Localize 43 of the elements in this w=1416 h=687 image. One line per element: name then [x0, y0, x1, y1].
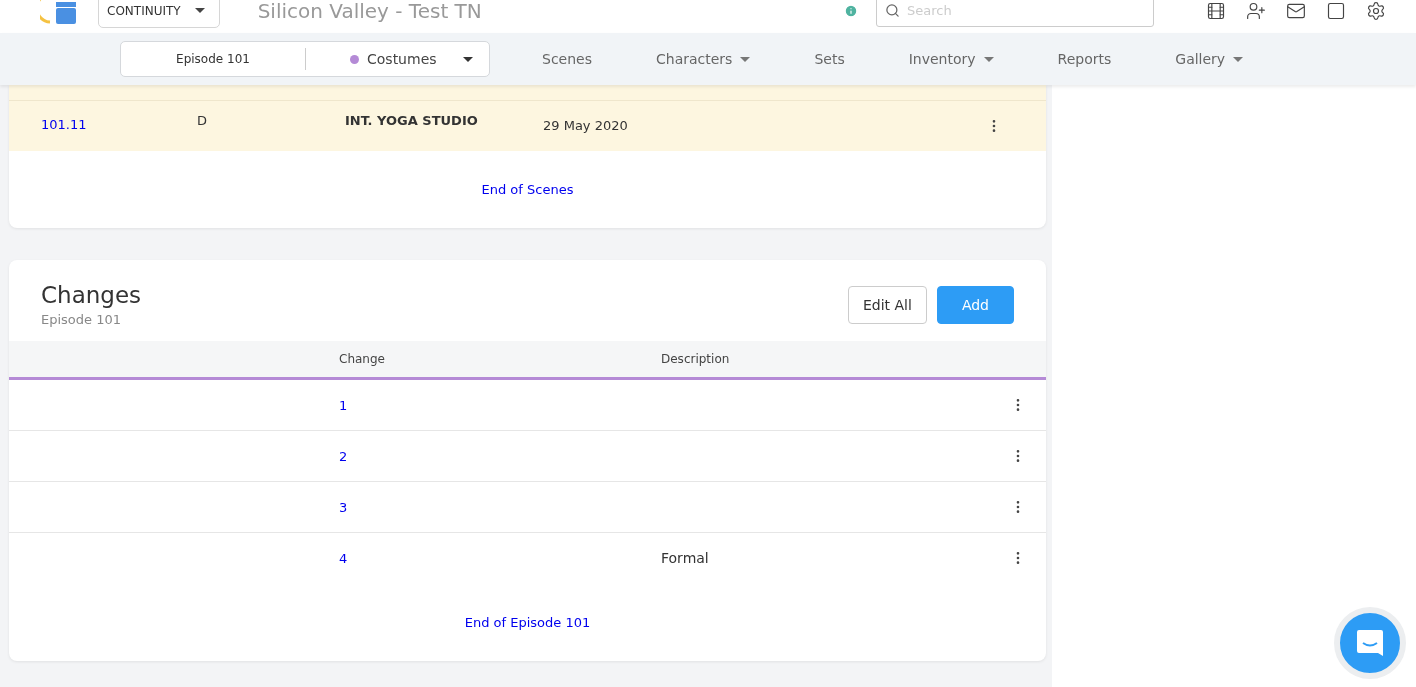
caret-icon: [194, 8, 205, 13]
chat-icon: [1356, 628, 1384, 658]
scene-link[interactable]: 101.11: [41, 117, 87, 132]
nav-item[interactable]: Inventory: [902, 50, 1000, 68]
app-menu-dropdown[interactable]: CONTINUITY: [98, 0, 220, 28]
changes-subtitle: Episode 101: [41, 312, 122, 327]
nav-item[interactable]: Scenes: [536, 50, 598, 68]
column-header: Change: [339, 352, 386, 366]
settings-icon[interactable]: [1366, 0, 1386, 21]
caret-icon: [1233, 56, 1244, 62]
nav-item[interactable]: Gallery: [1169, 50, 1250, 68]
change-row[interactable]: 2: [9, 431, 1046, 482]
end-of-scenes-link[interactable]: End of Scenes: [481, 182, 574, 197]
change-link[interactable]: 1: [339, 398, 348, 413]
nav-item[interactable]: Sets: [808, 50, 851, 68]
info-icon[interactable]: [844, 3, 858, 18]
caret-icon: [983, 56, 994, 62]
date-cell-text: 29 May 2020: [543, 117, 629, 133]
description-cell: Formal: [661, 550, 709, 566]
set-cell-text: INT. YOGA STUDIO: [345, 112, 479, 128]
change-row[interactable]: 4 Formal: [9, 533, 1046, 583]
nav-item[interactable]: Reports: [1051, 50, 1118, 68]
film-icon[interactable]: [1206, 0, 1226, 21]
change-row[interactable]: 1: [9, 380, 1046, 431]
caret-icon: [740, 56, 751, 62]
change-link[interactable]: 3: [339, 500, 348, 515]
time-cell-text: D: [197, 112, 208, 128]
project-title: Silicon Valley - Test TN: [257, 0, 483, 23]
end-of-episode-link[interactable]: End of Episode 101: [464, 614, 591, 630]
add-user-icon[interactable]: [1246, 0, 1266, 21]
search-icon: [885, 2, 900, 18]
square-icon[interactable]: [1326, 0, 1346, 21]
change-row[interactable]: 3: [9, 482, 1046, 533]
edit-all-button[interactable]: Edit All: [847, 285, 927, 324]
episode-selector[interactable]: Episode 101: [121, 48, 306, 70]
change-link[interactable]: 4: [339, 551, 348, 566]
nav-item[interactable]: Characters: [650, 50, 757, 68]
caret-icon: [463, 56, 473, 62]
scene-row[interactable]: 101.11 D INT. YOGA STUDIO 29 May 2020: [9, 101, 1046, 151]
column-header: Description: [661, 352, 731, 366]
changes-title: Changes: [41, 282, 142, 308]
department-selector[interactable]: Costumes: [306, 51, 489, 67]
change-link[interactable]: 2: [339, 449, 348, 464]
